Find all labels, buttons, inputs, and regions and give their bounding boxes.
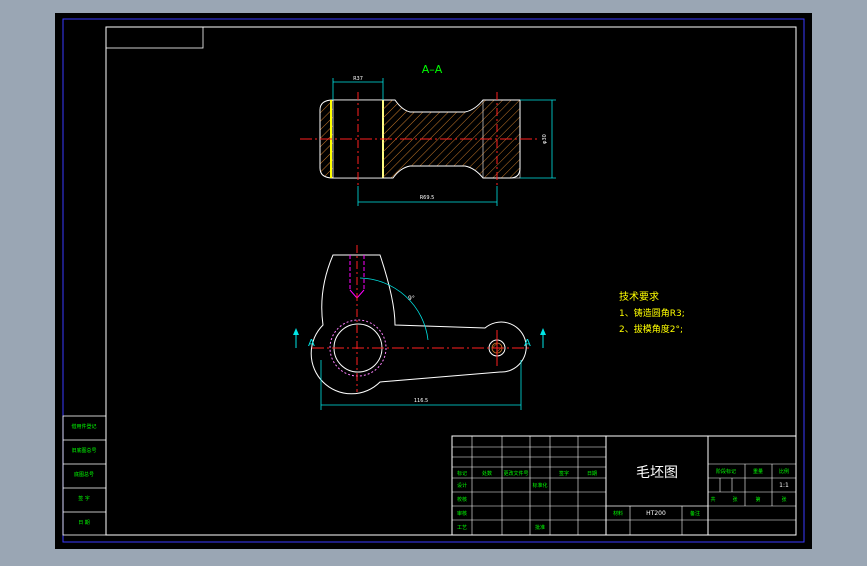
tech-req-line-2: 2、拔模角度2°; <box>619 323 683 335</box>
stamp-row-5: 日 期 <box>78 520 90 526</box>
drawing-canvas <box>55 13 812 549</box>
stamp-row-2: 旧底图总号 <box>71 447 96 454</box>
drawing-name: 毛坯图 <box>636 465 678 481</box>
tb-col-sign: 签字 <box>559 470 569 477</box>
dim-top-length: R69.5 <box>420 195 435 201</box>
dim-angle: 9° <box>408 295 415 302</box>
tb-col-count: 处数 <box>482 470 492 477</box>
tb-col-file: 更改文件号 <box>503 470 528 477</box>
section-marker-left: A <box>308 338 315 349</box>
dim-top-width: R37 <box>353 76 363 82</box>
dim-bottom-length: 116.5 <box>414 398 428 404</box>
section-marker-right: A <box>524 338 531 349</box>
tb-standard: 标准化 <box>532 482 547 489</box>
tb-row-process: 工艺 <box>457 525 467 531</box>
tb-row-audit: 审核 <box>457 510 467 517</box>
tb-material-value: HT200 <box>646 510 666 517</box>
drawing-sheet: A–A R37 φ30 R69.5 9° A A 116.5 技术要求 1、铸造… <box>55 13 812 549</box>
cad-viewport[interactable]: A–A R37 φ30 R69.5 9° A A 116.5 技术要求 1、铸造… <box>0 0 867 562</box>
tb-row-check: 校核 <box>457 496 467 503</box>
tech-req-line-1: 1、铸造圆角R3; <box>619 307 685 319</box>
dim-top-height: φ30 <box>542 134 548 144</box>
tb-weight-label: 重量 <box>753 468 763 475</box>
tb-scale-label: 比例 <box>779 468 789 475</box>
tb-sheet-total: 共 <box>710 496 715 503</box>
tb-remark-label: 备注 <box>690 510 700 517</box>
tb-material-label: 材料 <box>613 510 623 517</box>
section-title: A–A <box>422 63 443 76</box>
stamp-row-4: 签 字 <box>78 495 90 502</box>
tb-stage-label: 阶段标记 <box>716 468 736 475</box>
tb-approve: 批准 <box>535 524 545 531</box>
tb-col-date: 日期 <box>587 471 597 477</box>
tb-sheet-num: 第 <box>755 496 760 503</box>
stamp-row-3: 底图总号 <box>74 471 94 478</box>
tech-req-heading: 技术要求 <box>619 290 659 303</box>
tb-scale-value: 1:1 <box>779 482 789 489</box>
tb-row-design: 设计 <box>457 482 467 489</box>
stamp-row-1: 借用件登记 <box>71 423 96 430</box>
tb-col-mark: 标记 <box>457 470 467 477</box>
tb-sheet-label: 张 <box>732 496 737 503</box>
tb-sheet-unit: 张 <box>781 496 786 503</box>
